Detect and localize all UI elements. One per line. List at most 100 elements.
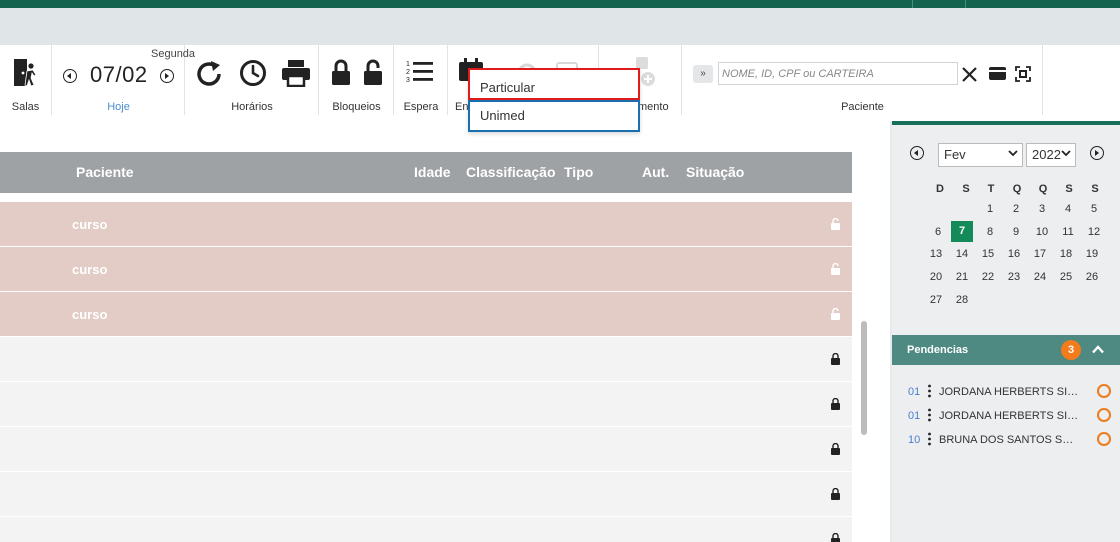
pendencia-item[interactable]: 01 JORDANA HERBERTS SILVEIRA [892, 384, 1120, 402]
salas-button[interactable]: Salas [0, 45, 52, 115]
calendar-day[interactable]: 2 [1005, 199, 1027, 219]
unlock-icon[interactable] [363, 59, 383, 86]
calendar-day[interactable]: 1 [979, 199, 1001, 219]
weekday-label: T [987, 183, 995, 195]
calendar-day[interactable]: 26 [1081, 267, 1103, 287]
refresh-icon[interactable] [195, 60, 225, 88]
locked-icon [831, 533, 840, 542]
row-text: curso [72, 262, 108, 277]
column-header-classificacao[interactable]: Classificação [466, 164, 556, 180]
paciente-label: Paciente [841, 101, 884, 113]
clear-search-icon[interactable] [962, 67, 977, 82]
calendar-day[interactable]: 4 [1057, 199, 1079, 219]
table-header: Paciente Idade Classificação Tipo Aut. S… [0, 152, 852, 193]
pendencia-number: 10 [908, 434, 921, 446]
column-header-tipo[interactable]: Tipo [564, 164, 593, 180]
calendar-day-today[interactable]: 7 [951, 221, 973, 242]
calendar-day[interactable]: 17 [1029, 244, 1051, 264]
table-row[interactable]: curso [0, 292, 852, 336]
calendar-day[interactable]: 21 [951, 267, 973, 287]
calendar-day[interactable]: 23 [1003, 267, 1025, 287]
column-header-aut[interactable]: Aut. [642, 164, 669, 180]
table-row[interactable] [0, 337, 852, 381]
weekday-label: Q [1012, 183, 1022, 195]
pendencias-title: Pendencias [907, 344, 969, 356]
lock-icon[interactable] [331, 59, 351, 86]
insurance-dropdown: Particular Unimed [468, 68, 640, 132]
table-scrollbar[interactable] [861, 321, 867, 435]
calendar-day[interactable]: 6 [927, 222, 949, 242]
pendencia-item[interactable]: 10 BRUNA DOS SANTOS SCHNEIDER [892, 432, 1120, 450]
calendar-day[interactable]: 9 [1005, 222, 1027, 242]
weekday-label: S [962, 183, 970, 195]
calendar-day[interactable]: 20 [925, 267, 947, 287]
locked-icon [831, 443, 840, 455]
current-date[interactable]: 07/02 [90, 62, 148, 88]
calendar-day[interactable]: 27 [925, 290, 947, 310]
weekday-label: D [936, 183, 944, 195]
calendar-day[interactable]: 16 [1003, 244, 1025, 264]
month-select[interactable]: Fev [938, 143, 1023, 167]
more-options-icon[interactable] [928, 432, 931, 446]
calendar-day[interactable]: 11 [1057, 222, 1079, 242]
calendar-day[interactable]: 19 [1081, 244, 1103, 264]
right-sidebar: Fev 2022 D S T Q Q S S 1 2 3 4 5 6 7 8 9… [892, 121, 1120, 542]
more-options-icon[interactable] [928, 408, 931, 422]
pendencia-item[interactable]: 01 JORDANA HERBERTS SILVEIRA [892, 408, 1120, 426]
bloqueios-label: Bloqueios [332, 101, 381, 113]
pendencias-header[interactable]: Pendencias 3 [892, 335, 1120, 365]
card-icon[interactable] [989, 67, 1006, 80]
table-row[interactable]: curso [0, 202, 852, 246]
schedule-panel: Paciente Idade Classificação Tipo Aut. S… [0, 121, 890, 542]
espera-button[interactable]: 1 2 3 Espera [395, 45, 448, 115]
calendar-day[interactable]: 13 [925, 244, 947, 264]
calendar-day[interactable]: 22 [977, 267, 999, 287]
expand-button[interactable]: » [693, 65, 713, 83]
calendar-day[interactable]: 25 [1055, 267, 1077, 287]
today-link[interactable]: Hoje [53, 101, 184, 113]
calendar-day[interactable]: 5 [1083, 199, 1105, 219]
sub-bar [0, 8, 1120, 45]
column-header-idade[interactable]: Idade [414, 164, 451, 180]
clock-icon[interactable] [239, 59, 267, 87]
unlocked-icon [831, 308, 840, 320]
year-select[interactable]: 2022 [1026, 143, 1076, 167]
espera-label: Espera [403, 101, 439, 113]
next-day-icon[interactable] [160, 69, 174, 83]
chevron-down-icon [1008, 150, 1018, 157]
calendar-day[interactable]: 14 [951, 244, 973, 264]
dropdown-option-unimed[interactable]: Unimed [468, 100, 640, 132]
svg-text:3: 3 [406, 77, 410, 84]
qr-scan-icon[interactable] [1015, 66, 1031, 82]
table-row[interactable] [0, 427, 852, 471]
calendar-day[interactable]: 3 [1031, 199, 1053, 219]
weekday-label: S [1065, 183, 1073, 195]
print-icon[interactable] [281, 59, 311, 87]
table-row[interactable] [0, 472, 852, 516]
calendar-day[interactable]: 24 [1029, 267, 1051, 287]
calendar-day[interactable]: 18 [1055, 244, 1077, 264]
table-row[interactable]: curso [0, 247, 852, 291]
column-header-situacao[interactable]: Situação [686, 164, 744, 180]
chevron-up-icon[interactable] [1092, 345, 1104, 354]
more-options-icon[interactable] [928, 384, 931, 398]
table-row[interactable] [0, 517, 852, 542]
unlocked-icon [831, 218, 840, 230]
calendar-day[interactable]: 8 [979, 222, 1001, 242]
calendar-day[interactable]: 28 [951, 290, 973, 310]
calendar-day[interactable]: 12 [1083, 222, 1105, 242]
column-header-paciente[interactable]: Paciente [76, 164, 134, 180]
pending-status-icon [1097, 408, 1111, 422]
calendar-day[interactable]: 15 [977, 244, 999, 264]
pendencia-patient-name: BRUNA DOS SANTOS SCHNEIDER [939, 434, 1079, 446]
patient-search-input[interactable] [718, 62, 958, 85]
prev-month-icon[interactable] [910, 146, 924, 160]
bloqueios-group: Bloqueios [320, 45, 394, 115]
dropdown-option-particular[interactable]: Particular [468, 68, 640, 100]
date-navigator: Segunda 07/02 Hoje [53, 45, 195, 115]
paciente-group: » Paciente [683, 45, 1043, 115]
table-row[interactable] [0, 382, 852, 426]
next-month-icon[interactable] [1090, 146, 1104, 160]
calendar-day[interactable]: 10 [1031, 222, 1053, 242]
prev-day-icon[interactable] [63, 69, 77, 83]
